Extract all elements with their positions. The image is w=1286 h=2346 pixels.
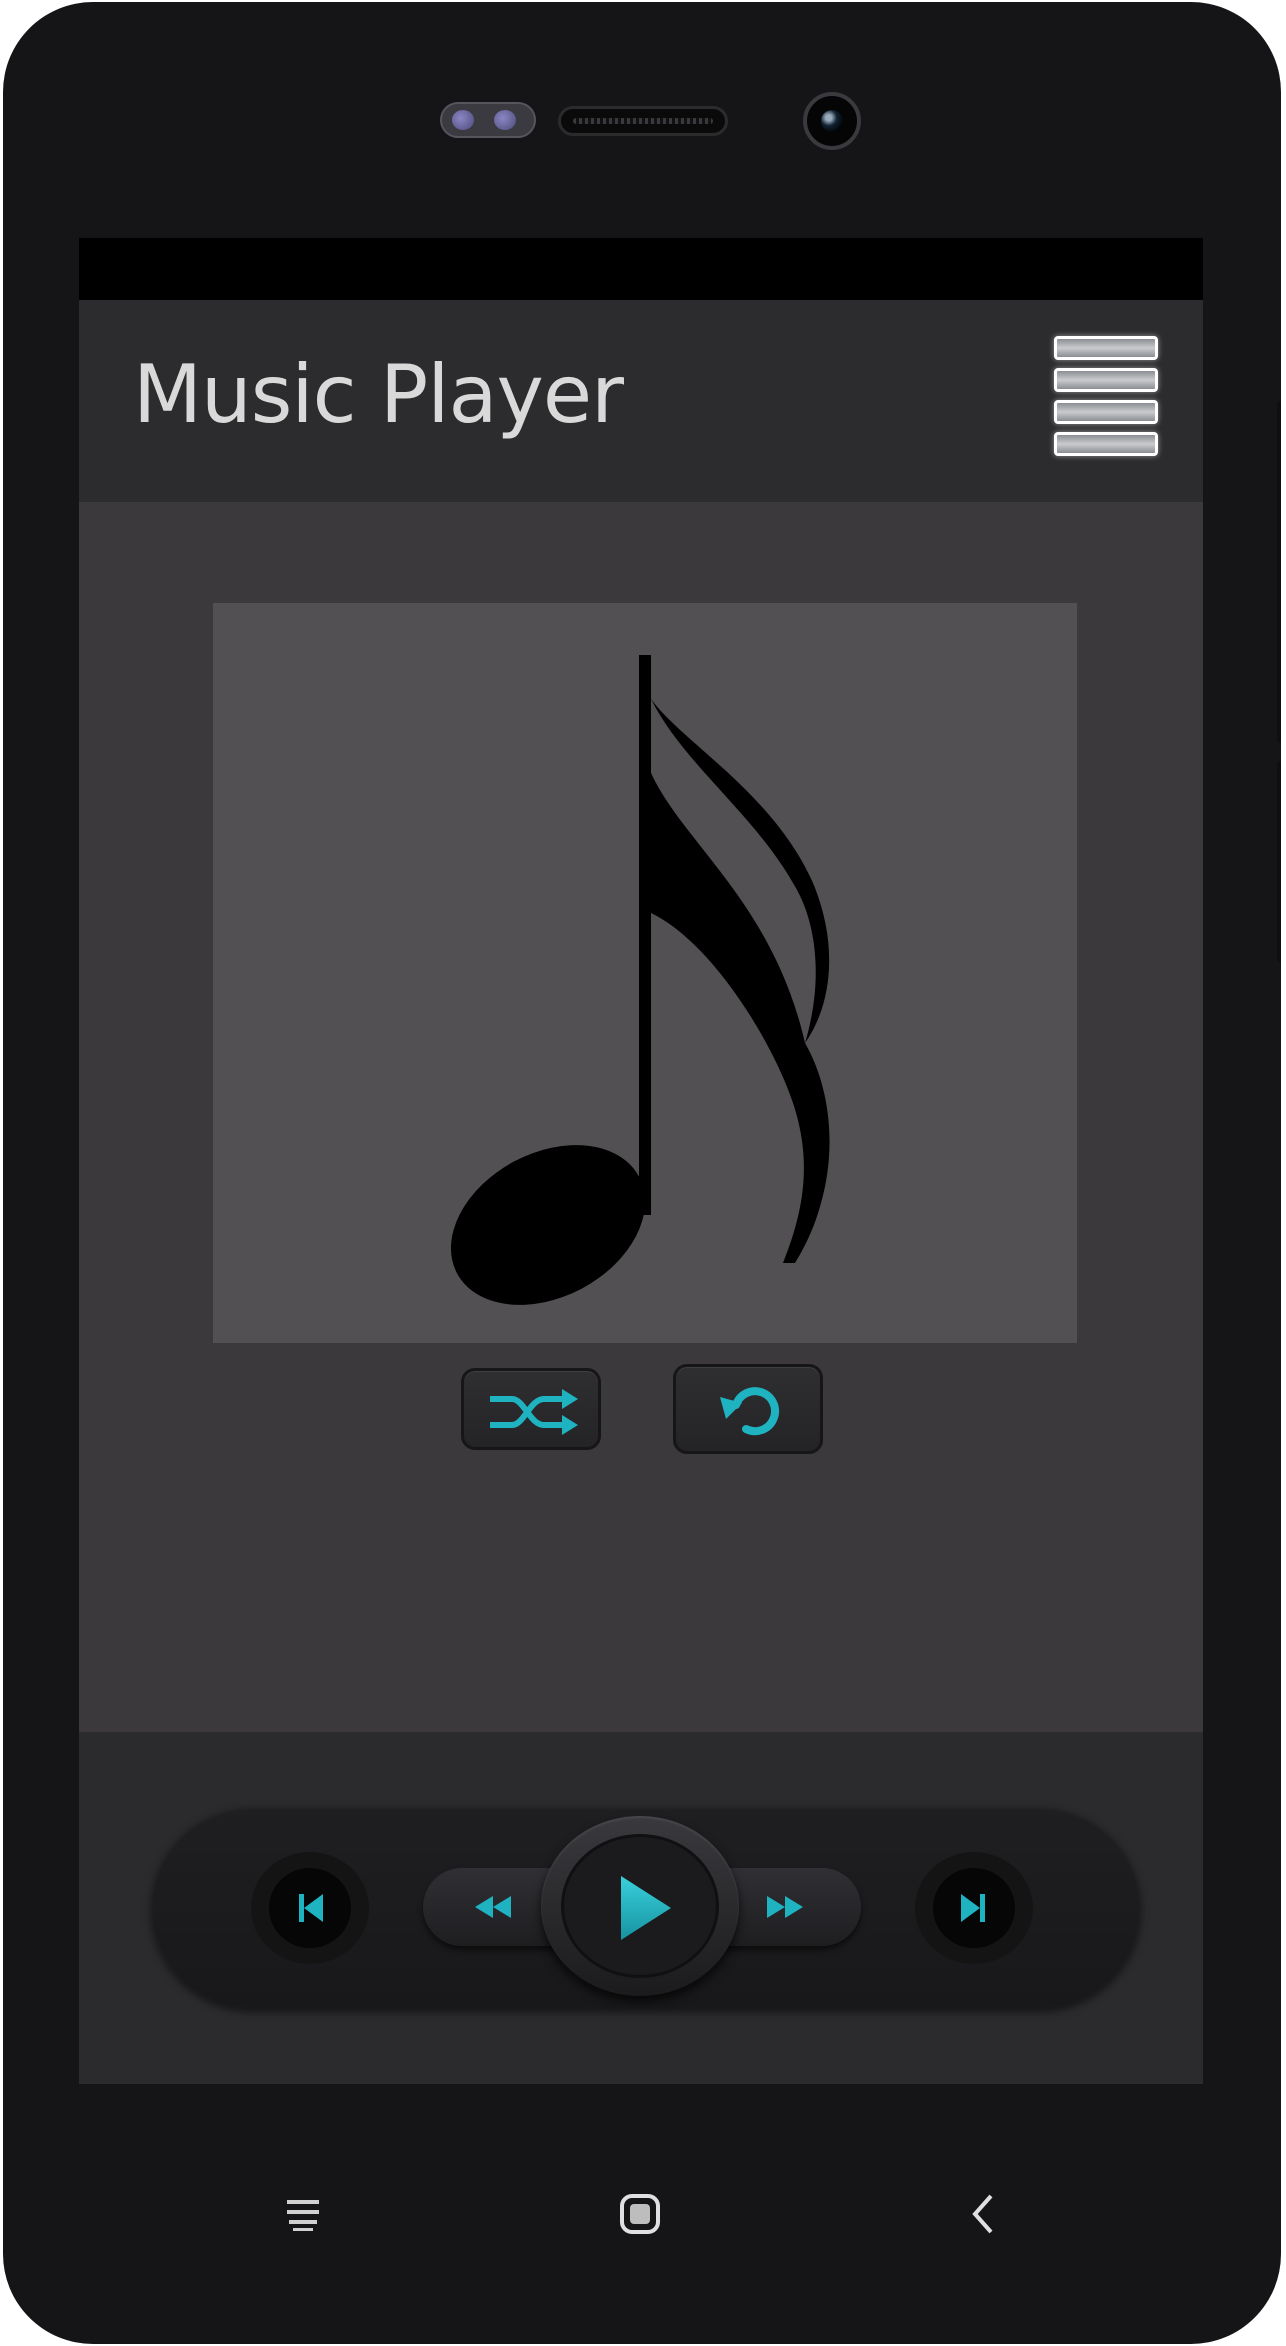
repeat-icon	[720, 1387, 779, 1436]
playback-controls	[151, 1806, 1141, 2008]
nav-home-button[interactable]	[610, 2184, 670, 2244]
app-title: Music Player	[133, 348, 624, 441]
music-note-icon	[450, 655, 830, 1305]
shuffle-icon	[490, 1389, 578, 1435]
phone-side-button-bottom	[1277, 762, 1281, 962]
phone-side-button-top	[1277, 402, 1281, 742]
status-bar	[79, 238, 1203, 300]
nav-back-button[interactable]	[953, 2184, 1013, 2244]
repeat-button[interactable]	[673, 1364, 823, 1454]
front-camera	[803, 92, 861, 150]
nav-menu-button[interactable]	[273, 2184, 333, 2244]
menu-icon[interactable]	[1054, 336, 1158, 460]
app-bar: Music Player	[79, 300, 1203, 502]
screen: Music Player	[79, 238, 1203, 2084]
system-nav-bar	[3, 2084, 1281, 2344]
nav-menu-icon	[287, 2200, 319, 2231]
controls-area	[79, 1732, 1203, 2084]
proximity-sensor	[440, 102, 536, 138]
nav-back-icon	[972, 2194, 993, 2234]
earpiece-speaker	[558, 106, 728, 136]
play-button[interactable]	[541, 1816, 739, 1996]
skip-previous-button[interactable]	[251, 1852, 369, 1964]
album-art	[213, 603, 1077, 1343]
skip-next-icon	[961, 1894, 985, 1922]
play-icon	[621, 1876, 671, 1940]
player-content	[79, 502, 1203, 1848]
skip-previous-icon	[299, 1894, 323, 1922]
phone-frame: Music Player	[3, 2, 1281, 2344]
nav-home-icon	[620, 2194, 660, 2234]
skip-next-button[interactable]	[915, 1852, 1033, 1964]
shuffle-button[interactable]	[461, 1368, 601, 1450]
